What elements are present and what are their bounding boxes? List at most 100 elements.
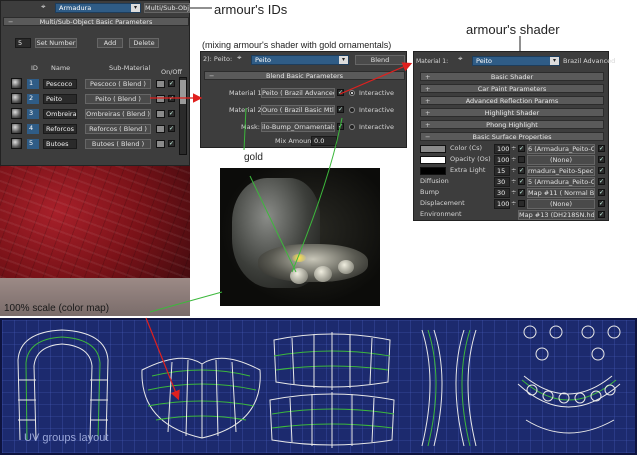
surface-map-checkbox[interactable]: ✓ xyxy=(598,145,605,152)
material-picker-icon[interactable]: ⌖ xyxy=(237,53,242,63)
material-sphere-icon[interactable] xyxy=(11,138,22,149)
row-enabled-checkbox[interactable]: ✓ xyxy=(168,80,175,87)
row-color-swatch[interactable] xyxy=(156,125,165,133)
surface-row: Color (Cs) 100 ÷ ✓ 6 (Armadura_Peito-Col… xyxy=(418,144,608,155)
delete-button[interactable]: Delete xyxy=(129,38,159,48)
surface-label: Bump xyxy=(420,188,440,196)
brazil-type-label[interactable]: Brazil Advanced xyxy=(563,57,615,66)
material-picker-icon[interactable]: ⌖ xyxy=(41,2,46,12)
brazil-material-dropdown[interactable]: Peito ▾ xyxy=(472,56,560,66)
row-name-field[interactable]: Ombreiras xyxy=(43,109,77,119)
surface-map-button[interactable]: 6 (Armadura_Peito-Color.jpg) xyxy=(527,144,595,154)
spinner-icon[interactable]: ÷ xyxy=(511,188,516,197)
surface-enable-checkbox[interactable]: ✓ xyxy=(518,167,525,174)
rollout-advanced-reflection[interactable]: + Advanced Reflection Params xyxy=(420,96,604,105)
material-sphere-icon[interactable] xyxy=(11,93,22,104)
surface-enable-checkbox[interactable]: ✓ xyxy=(518,189,525,196)
rollout-highlight-shader[interactable]: + Highlight Shader xyxy=(420,108,604,117)
row-enabled-checkbox[interactable]: ✓ xyxy=(168,125,175,132)
surface-enable-checkbox[interactable] xyxy=(518,156,525,163)
color-swatch[interactable] xyxy=(420,156,446,164)
row-submaterial-button[interactable]: Pescoco ( Blend ) xyxy=(85,79,151,89)
row-color-swatch[interactable] xyxy=(156,80,165,88)
surface-enable-checkbox[interactable] xyxy=(518,200,525,207)
surface-amount-field[interactable]: 30 xyxy=(494,177,510,187)
list-scrollbar[interactable] xyxy=(179,77,187,155)
spinner-icon[interactable]: ÷ xyxy=(511,144,516,153)
mix-amount-field[interactable]: 0.0 xyxy=(311,136,337,146)
row-enabled-checkbox[interactable]: ✓ xyxy=(168,95,175,102)
mask-enabled-checkbox[interactable]: ✓ xyxy=(337,123,344,130)
submaterial-row: 5 Butoes Butoes ( Blend ) ✓ xyxy=(1,138,191,153)
surface-enable-checkbox[interactable]: ✓ xyxy=(518,145,525,152)
material2-button[interactable]: Ouro ( Brazil Basic Mtl ) xyxy=(261,105,335,115)
spinner-icon[interactable]: ÷ xyxy=(511,177,516,186)
material-sphere-icon[interactable] xyxy=(11,78,22,89)
row-name-field[interactable]: Butoes xyxy=(43,139,77,149)
scrollbar-thumb[interactable] xyxy=(180,80,186,104)
material-sphere-icon[interactable] xyxy=(11,108,22,119)
rollout-basic-shader[interactable]: + Basic Shader xyxy=(420,72,604,81)
blend-material-dropdown[interactable]: Peito ▾ xyxy=(251,55,349,65)
surface-amount-field[interactable]: 30 xyxy=(494,188,510,198)
surface-map-checkbox[interactable]: ✓ xyxy=(598,189,605,196)
material1-enabled-checkbox[interactable]: ✓ xyxy=(337,89,344,96)
material-picker-icon[interactable]: ⌖ xyxy=(458,54,463,64)
mask-interactive-radio[interactable] xyxy=(349,124,355,130)
surface-amount-field[interactable]: 15 xyxy=(494,166,510,176)
surface-amount-field[interactable]: 100 xyxy=(494,144,510,154)
collapse-icon: − xyxy=(8,18,14,26)
surface-map-checkbox[interactable]: ✓ xyxy=(598,200,605,207)
row-enabled-checkbox[interactable]: ✓ xyxy=(168,110,175,117)
multisub-rollout[interactable]: − Multi/Sub-Object Basic Parameters xyxy=(3,17,189,26)
blend-type-button[interactable]: Blend xyxy=(355,55,405,65)
surface-enable-checkbox[interactable]: ✓ xyxy=(518,178,525,185)
row-name-field[interactable]: Peito xyxy=(43,94,77,104)
rollout-basic-surface[interactable]: − Basic Surface Properties xyxy=(420,132,604,141)
spinner-icon[interactable]: ÷ xyxy=(511,155,516,164)
rollout-car-paint[interactable]: + Car Paint Parameters xyxy=(420,84,604,93)
mask-map-button[interactable]: ilo-Bump_Ornamentals.jpg) xyxy=(261,122,335,132)
row-name-field[interactable]: Reforcos xyxy=(43,124,77,134)
set-number-button[interactable]: Set Number xyxy=(35,38,77,48)
row-submaterial-button[interactable]: Peito ( Blend ) xyxy=(85,94,151,104)
surface-map-button[interactable]: (None) xyxy=(527,155,595,165)
multisub-object-dropdown[interactable]: Armadura ▾ xyxy=(55,3,141,13)
rollout-title: Blend Basic Parameters xyxy=(265,72,344,80)
material-sphere-icon[interactable] xyxy=(11,123,22,134)
surface-map-checkbox[interactable]: ✓ xyxy=(598,211,605,218)
row-color-swatch[interactable] xyxy=(156,140,165,148)
surface-map-button[interactable]: rmadura_Peito-Specular.jpg) xyxy=(527,166,595,176)
add-button[interactable]: Add xyxy=(97,38,123,48)
surface-map-checkbox[interactable]: ✓ xyxy=(598,167,605,174)
row-color-swatch[interactable] xyxy=(156,95,165,103)
surface-map-button[interactable]: Map #11 ( Normal Bump ) xyxy=(527,188,595,198)
blend-rollout[interactable]: − Blend Basic Parameters xyxy=(204,71,405,80)
material2-enabled-checkbox[interactable]: ✓ xyxy=(337,106,344,113)
material1-button[interactable]: Peito ( Brazil Advanced ) xyxy=(261,88,335,98)
surface-row: Opacity (Os) 100 ÷ (None) ✓ xyxy=(418,155,608,166)
spinner-icon[interactable]: ÷ xyxy=(511,199,516,208)
row-enabled-checkbox[interactable]: ✓ xyxy=(168,140,175,147)
row-color-swatch[interactable] xyxy=(156,110,165,118)
surface-map-button[interactable]: Map #13 (DH218SN.hdr) xyxy=(518,210,595,220)
color-swatch[interactable] xyxy=(420,167,446,175)
surface-map-button[interactable]: (None) xyxy=(527,199,595,209)
surface-amount-field[interactable]: 100 xyxy=(494,155,510,165)
surface-map-checkbox[interactable]: ✓ xyxy=(598,156,605,163)
material-type-button[interactable]: Multi/Sub-Object xyxy=(144,3,190,13)
row-submaterial-button[interactable]: Reforcos ( Blend ) xyxy=(85,124,151,134)
material1-interactive-radio[interactable] xyxy=(349,90,355,96)
material2-interactive-radio[interactable] xyxy=(349,107,355,113)
surface-map-checkbox[interactable]: ✓ xyxy=(598,178,605,185)
color-swatch[interactable] xyxy=(420,145,446,153)
surface-map-button[interactable]: 5 (Armadura_Peito-Color.jpg) xyxy=(527,177,595,187)
row-name-field[interactable]: Pescoco xyxy=(43,79,77,89)
material-count-field[interactable]: 5 xyxy=(15,38,31,48)
row-submaterial-button[interactable]: Ombreiras ( Blend ) xyxy=(85,109,151,119)
rollout-title: Advanced Reflection Params xyxy=(465,97,559,105)
rollout-phong-highlight[interactable]: + Phong Highlight xyxy=(420,120,604,129)
surface-amount-field[interactable]: 100 xyxy=(494,199,510,209)
spinner-icon[interactable]: ÷ xyxy=(511,166,516,175)
row-submaterial-button[interactable]: Butoes ( Blend ) xyxy=(85,139,151,149)
